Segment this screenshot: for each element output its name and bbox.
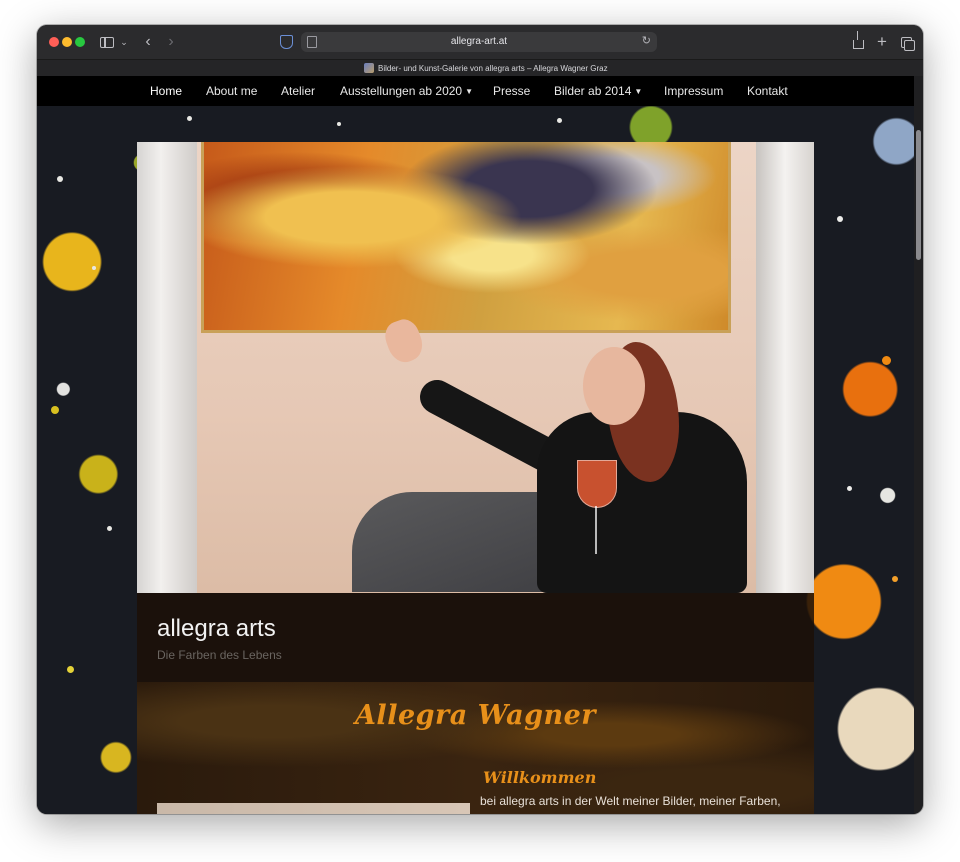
page-viewport: Home About me Atelier Ausstellungen ab 2… bbox=[37, 76, 914, 814]
chevron-down-icon[interactable]: ⌄ bbox=[119, 33, 129, 51]
back-icon[interactable]: ‹ bbox=[141, 33, 155, 51]
browser-window: ⌄ ‹ › allegra-art.at ↻ + Bilder- und Kun… bbox=[37, 25, 923, 814]
reload-icon[interactable]: ↻ bbox=[642, 34, 651, 47]
sidebar-icon[interactable] bbox=[99, 33, 115, 51]
main-content: Allegra Wagner Willkommen bei allegra ar… bbox=[137, 682, 814, 814]
chevron-down-icon[interactable]: ▼ bbox=[634, 77, 642, 107]
abstract-painting bbox=[201, 142, 731, 333]
welcome-image bbox=[157, 803, 470, 814]
hero-image bbox=[137, 142, 814, 593]
welcome-text: bei allegra arts in der Welt meiner Bild… bbox=[480, 794, 781, 808]
nav-item-presse[interactable]: Presse bbox=[493, 76, 530, 106]
zoom-window-button[interactable] bbox=[75, 37, 85, 47]
shield-icon[interactable] bbox=[278, 33, 294, 51]
close-window-button[interactable] bbox=[49, 37, 59, 47]
welcome-heading: Willkommen bbox=[483, 768, 597, 787]
plus-icon[interactable]: + bbox=[875, 33, 889, 51]
scrollbar[interactable] bbox=[914, 76, 923, 814]
tab-bar: Bilder- und Kunst-Galerie von allegra ar… bbox=[37, 59, 923, 77]
browser-toolbar: ⌄ ‹ › allegra-art.at ↻ + bbox=[37, 25, 923, 59]
nav-item-kontakt[interactable]: Kontakt bbox=[747, 76, 788, 106]
nav-item-label[interactable]: Bilder ab 2014 bbox=[554, 84, 631, 98]
favicon-icon bbox=[364, 63, 374, 73]
door-frame-right bbox=[756, 142, 814, 593]
site-tagline: Die Farben des Lebens bbox=[157, 648, 282, 662]
tab-title[interactable]: Bilder- und Kunst-Galerie von allegra ar… bbox=[378, 60, 608, 77]
scrollbar-thumb[interactable] bbox=[916, 130, 921, 260]
page-title: Allegra Wagner bbox=[354, 700, 597, 731]
door-frame-left bbox=[137, 142, 197, 593]
site-title[interactable]: allegra arts bbox=[157, 615, 276, 643]
nav-item-bilder[interactable]: Bilder ab 2014 ▼ bbox=[554, 76, 642, 107]
nav-item-impressum[interactable]: Impressum bbox=[664, 76, 723, 106]
forward-icon[interactable]: › bbox=[164, 33, 178, 51]
wine-glass bbox=[577, 460, 617, 508]
nav-item-about-me[interactable]: About me bbox=[206, 76, 257, 106]
nav-item-atelier[interactable]: Atelier bbox=[281, 76, 315, 106]
share-icon[interactable] bbox=[851, 31, 865, 51]
nav-item-home[interactable]: Home bbox=[150, 76, 182, 106]
person-head bbox=[583, 347, 645, 425]
minimize-window-button[interactable] bbox=[62, 37, 72, 47]
address-text[interactable]: allegra-art.at bbox=[301, 32, 657, 52]
site-branding: allegra arts Die Farben des Lebens bbox=[137, 593, 814, 682]
main-navigation: Home About me Atelier Ausstellungen ab 2… bbox=[37, 76, 914, 106]
nav-item-label[interactable]: Ausstellungen ab 2020 bbox=[340, 84, 462, 98]
tabs-icon[interactable] bbox=[899, 33, 915, 51]
nav-item-ausstellungen[interactable]: Ausstellungen ab 2020 ▼ bbox=[340, 76, 473, 107]
chevron-down-icon[interactable]: ▼ bbox=[465, 77, 473, 107]
address-bar[interactable]: allegra-art.at ↻ bbox=[301, 32, 657, 52]
wine-glass-stem bbox=[595, 506, 597, 554]
